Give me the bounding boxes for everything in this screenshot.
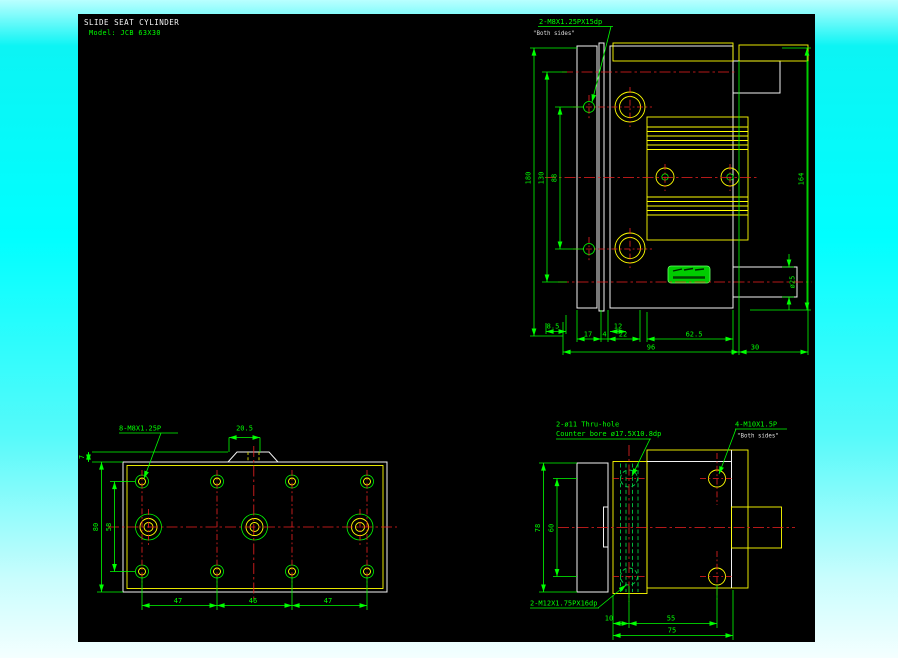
dim-55: 55 <box>667 615 675 623</box>
dim-7: 7 <box>78 455 86 459</box>
dim-10: 10 <box>605 615 613 623</box>
dim-60: 60 <box>548 524 556 532</box>
note-m10: 4-M10X1.5P <box>735 421 777 429</box>
dim-30: 30 <box>751 344 759 352</box>
dim-47a: 47 <box>174 597 182 605</box>
dim-130: 130 <box>538 172 546 185</box>
note-thread-sub: "Both sides" <box>533 31 575 37</box>
logo-badge <box>668 266 710 283</box>
drawing-title: SLIDE SEAT CYLINDER <box>84 18 179 27</box>
dim-8p5: 8.5 <box>547 323 560 331</box>
dim-22: 22 <box>619 331 627 339</box>
dim-164: 164 <box>798 173 806 186</box>
note-thread: 8-M8X1.25P <box>119 425 161 433</box>
dim-4: 4 <box>602 331 606 339</box>
dim-96: 96 <box>647 344 655 352</box>
note-thru-hole-line2: Counter bore ø17.5X10.8dp <box>556 430 661 438</box>
dim-80: 80 <box>92 523 100 531</box>
drawing-sheet <box>78 14 815 642</box>
note-thread: 2-M8X1.25PX15dp <box>539 18 602 26</box>
dim-88: 88 <box>551 174 559 182</box>
dim-17: 17 <box>584 331 592 339</box>
dim-180: 180 <box>525 172 533 185</box>
dim-46: 46 <box>249 597 257 605</box>
dim-58: 58 <box>105 523 113 531</box>
dim-62p5: 62.5 <box>686 331 703 339</box>
dim-47b: 47 <box>324 597 332 605</box>
dim-rod-dia: ø25 <box>789 276 797 289</box>
note-thru-hole-line1: 2-ø11 Thru-hole <box>556 421 619 429</box>
drawing-model: Model: JCB 63X30 <box>89 29 161 37</box>
dim-12: 12 <box>614 323 622 331</box>
cad-drawing-canvas: SLIDE SEAT CYLINDER Model: JCB 63X30 <box>0 0 898 658</box>
note-m10-sub: "Both sides" <box>737 434 779 440</box>
dim-78: 78 <box>534 524 542 532</box>
dim-75: 75 <box>668 627 676 635</box>
note-m12: 2-M12X1.75PX16dp <box>530 600 597 608</box>
desktop-background: SLIDE SEAT CYLINDER Model: JCB 63X30 <box>0 0 898 658</box>
dim-20p5: 20.5 <box>236 425 253 433</box>
